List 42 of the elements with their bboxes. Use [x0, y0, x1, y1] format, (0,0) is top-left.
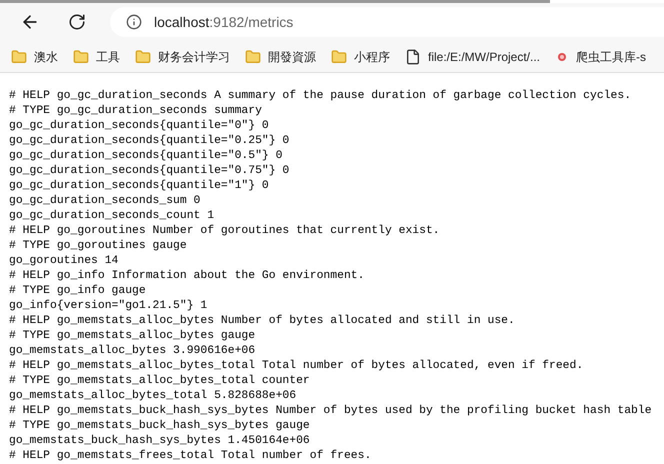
folder-icon [73, 48, 89, 64]
metrics-line: # TYPE go_info gauge [9, 284, 146, 299]
metrics-line: go_gc_duration_seconds{quantile="0.25"} 0 [9, 134, 290, 149]
folder-icon [11, 48, 27, 64]
bookmark-item[interactable]: 工具 [73, 48, 120, 66]
metrics-line: # HELP go_memstats_alloc_bytes Number of bytes allocated and still in use. [9, 314, 515, 329]
metrics-line: go_goroutines 14 [9, 254, 118, 269]
metrics-line: go_gc_duration_seconds{quantile="1"} 0 [9, 179, 269, 194]
bookmark-item[interactable]: 開發資源 [245, 48, 316, 66]
metrics-line: go_gc_duration_seconds{quantile="0.75"} 0 [9, 164, 290, 179]
metrics-line: go_gc_duration_seconds_sum 0 [9, 194, 200, 209]
file-icon [405, 48, 421, 64]
reload-icon [68, 13, 86, 31]
metrics-line: # HELP go_memstats_frees_total Total number of frees. [9, 449, 372, 464]
metrics-line: # HELP go_memstats_alloc_bytes_total Total number of bytes allocated, even if freed. [9, 359, 584, 374]
info-icon [126, 14, 142, 30]
folder-icon [245, 48, 261, 64]
bookmark-item[interactable]: 澳水 [11, 48, 58, 66]
folder-icon [331, 48, 347, 64]
metrics-line: go_gc_duration_seconds_count 1 [9, 209, 214, 224]
metrics-line: # TYPE go_gc_duration_seconds summary [9, 104, 262, 119]
address-bar[interactable]: localhost:9182/metrics [110, 7, 664, 37]
metrics-line: # HELP go_goroutines Number of goroutines that currently exist. [9, 224, 440, 239]
metrics-line: # TYPE go_memstats_alloc_bytes gauge [9, 329, 256, 344]
metrics-line: go_memstats_buck_hash_sys_bytes 1.450164e+06 [9, 434, 310, 449]
metrics-line: # TYPE go_memstats_buck_hash_sys_bytes gauge [9, 419, 310, 434]
bookmark-item[interactable]: 小程序 [331, 48, 390, 66]
metrics-line: # HELP go_memstats_buck_hash_sys_bytes Number of bytes used by the profiling bucket hash table [9, 404, 652, 419]
folder-icon [135, 48, 151, 64]
metrics-line: # TYPE go_goroutines gauge [9, 239, 187, 254]
metrics-line: go_gc_duration_seconds{quantile="0.5"} 0 [9, 149, 282, 164]
metrics-line: go_memstats_alloc_bytes 3.990616e+06 [9, 344, 256, 359]
metrics-line: go_gc_duration_seconds{quantile="0"} 0 [9, 119, 269, 134]
bookmark-item[interactable]: file:/E:/MW/Project/... [405, 48, 540, 66]
url-text: localhost:9182/metrics [154, 12, 294, 32]
bookmark-item[interactable]: 爬虫工具库-s [555, 48, 646, 66]
metrics-line: go_memstats_alloc_bytes_total 5.828688e+06 [9, 389, 296, 404]
metrics-line: # HELP go_info Information about the Go environment. [9, 269, 364, 284]
metrics-line: # TYPE go_memstats_alloc_bytes_total counter [9, 374, 310, 389]
metrics-line: # HELP go_gc_duration_seconds A summary of the pause duration of garbage collection cycles. [9, 89, 632, 104]
bookmark-item[interactable]: 财务会计学习 [135, 48, 230, 66]
metrics-line: go_info{version="go1.21.5"} 1 [9, 299, 208, 314]
